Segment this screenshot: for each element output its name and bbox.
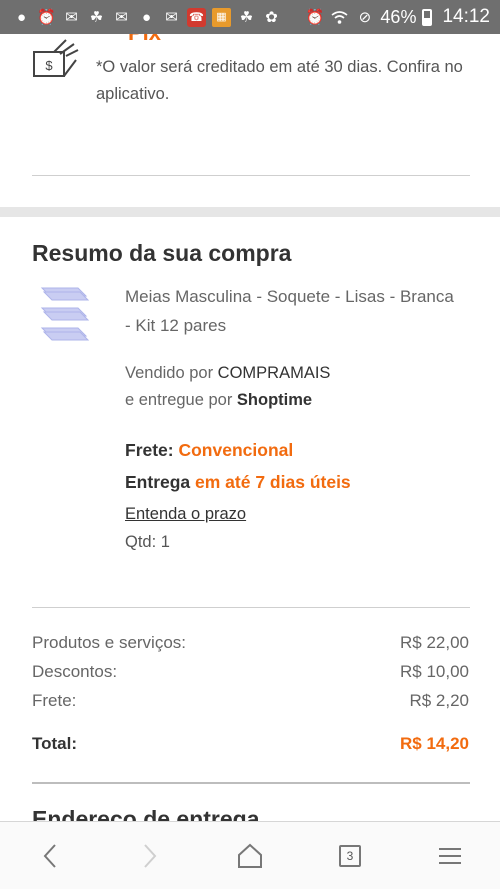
back-button[interactable] bbox=[20, 826, 80, 886]
forward-icon bbox=[144, 843, 157, 868]
shipping-line: Frete: Convencional bbox=[125, 440, 293, 461]
message-icon: ● bbox=[16, 8, 27, 26]
section-separator bbox=[0, 207, 500, 217]
wifi-icon bbox=[330, 8, 349, 27]
alarm-icon: ⏰ bbox=[305, 8, 325, 26]
octopus-icon: ✿ bbox=[265, 8, 278, 26]
total-label: Total: bbox=[32, 734, 78, 753]
mail-icon: ✉ bbox=[165, 8, 178, 26]
divider bbox=[32, 607, 470, 608]
quantity: Qtd: 1 bbox=[125, 533, 170, 551]
tabs-icon: 3 bbox=[339, 844, 361, 867]
do-not-disturb-icon: ⊘ bbox=[358, 8, 372, 26]
sold-by-line: Vendido por COMPRAMAIS bbox=[125, 359, 330, 387]
browser-nav-bar: 3 bbox=[0, 821, 500, 889]
phone-icon: ☎ bbox=[187, 7, 206, 27]
payment-credit-note: *O valor será creditado em até 30 dias. … bbox=[96, 58, 463, 103]
delivery-label: Entrega bbox=[125, 472, 196, 492]
seller-name: COMPRAMAIS bbox=[217, 364, 331, 382]
leaf-icon: ☘ bbox=[89, 8, 104, 26]
back-icon bbox=[43, 843, 56, 868]
totals-value: R$ 10,00 bbox=[400, 662, 469, 681]
system-icons: ⏰ ⊘ 46% 14:12 bbox=[305, 6, 490, 28]
sold-by-prefix: Vendido por bbox=[125, 364, 218, 382]
alarm-icon: ⏰ bbox=[37, 8, 56, 26]
battery-percent: 46% bbox=[380, 6, 417, 27]
mail-icon: ✉ bbox=[65, 8, 78, 26]
payment-method-heading: Pix bbox=[128, 34, 161, 46]
battery-icon bbox=[422, 8, 433, 26]
tab-count: 3 bbox=[346, 848, 354, 863]
delivered-by-prefix: e entregue por bbox=[125, 391, 237, 409]
totals-row-discounts: Descontos: R$ 10,00 bbox=[32, 662, 469, 682]
status-bar: ● ⏰ ✉ ☘ ✉ ● ✉ ☎ ▦ ☘ ✿ ⏰ ⊘ 46% 14:12 bbox=[0, 0, 500, 34]
delivered-by-line: e entregue por Shoptime bbox=[125, 386, 312, 414]
totals-value: R$ 22,00 bbox=[400, 633, 469, 652]
svg-text:$: $ bbox=[45, 58, 53, 73]
totals-label: Produtos e serviços: bbox=[32, 633, 187, 652]
tabs-button[interactable]: 3 bbox=[320, 826, 380, 886]
total-value: R$ 14,20 bbox=[400, 734, 469, 753]
divider bbox=[32, 175, 470, 176]
totals-row-shipping: Frete: R$ 2,20 bbox=[32, 691, 469, 711]
app-icon: ▦ bbox=[212, 7, 231, 27]
mail-icon: ✉ bbox=[115, 8, 128, 26]
bulb-icon: ● bbox=[141, 8, 152, 26]
menu-icon bbox=[439, 847, 461, 864]
deadline-info-link[interactable]: Entenda o prazo bbox=[125, 505, 246, 524]
delivered-by-name: Shoptime bbox=[236, 391, 313, 409]
clock: 14:12 bbox=[442, 6, 490, 27]
money-hand-icon: $ bbox=[33, 39, 79, 77]
checkout-content: Pix $ *O valor será creditado em até 30 … bbox=[0, 34, 500, 821]
product-name[interactable]: Meias Masculina - Soquete - Lisas - Bran… bbox=[125, 282, 455, 340]
totals-label: Frete: bbox=[32, 691, 77, 710]
address-title: Endereço de entrega bbox=[32, 806, 260, 821]
notification-icons: ● ⏰ ✉ ☘ ✉ ● ✉ ☎ ▦ ☘ ✿ bbox=[12, 7, 281, 27]
delivery-line: Entrega em até 7 dias úteis bbox=[125, 472, 351, 493]
forward-button[interactable] bbox=[120, 826, 180, 886]
menu-button[interactable] bbox=[420, 826, 480, 886]
totals-value: R$ 2,20 bbox=[409, 691, 469, 710]
home-button[interactable] bbox=[220, 826, 280, 886]
summary-title: Resumo da sua compra bbox=[32, 240, 292, 266]
shipping-value: Convencional bbox=[178, 440, 294, 460]
divider bbox=[32, 782, 470, 784]
totals-row-total: Total: R$ 14,20 bbox=[32, 734, 469, 754]
shipping-label: Frete: bbox=[125, 440, 179, 460]
delivery-value: em até 7 dias úteis bbox=[195, 472, 351, 492]
leaf-icon: ☘ bbox=[239, 8, 254, 26]
home-icon bbox=[238, 843, 262, 868]
totals-label: Descontos: bbox=[32, 662, 118, 681]
totals-row-products: Produtos e serviços: R$ 22,00 bbox=[32, 633, 469, 653]
product-thumbnail[interactable] bbox=[40, 284, 92, 354]
